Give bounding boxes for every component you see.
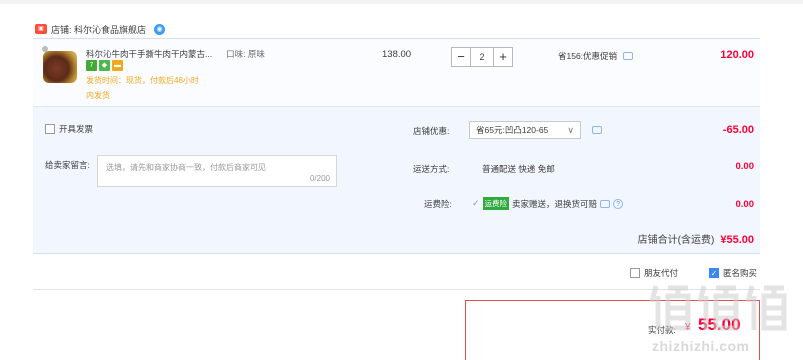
insurance-label: 运费险:	[424, 199, 452, 209]
shop-header: ▣ 店铺: 科尔沁食品旗舰店 ◉	[35, 22, 166, 36]
insurance-info: ✓ 运费险 卖家赠送，退换货可赔 ?	[472, 197, 624, 210]
shop-name[interactable]: 店铺: 科尔沁食品旗舰店	[51, 23, 146, 36]
coupon-label: 店铺优惠:	[413, 126, 450, 136]
message-label: 给卖家留言:	[45, 160, 90, 170]
insurance-chat-icon[interactable]	[600, 199, 611, 208]
friend-pay-checkbox[interactable]	[630, 268, 640, 278]
item-subtotal: 120.00	[720, 49, 754, 61]
anonymous-checkbox[interactable]: ✓	[709, 268, 719, 278]
insurance-tag: 运费险	[482, 197, 510, 210]
friend-pay-option[interactable]: 朋友代付	[630, 267, 678, 279]
shop-icon: ▣	[35, 24, 47, 34]
cart-item-row: 科尔沁牛肉干手撕牛肉干内蒙古... 口味: 原味 7 ◆ ▬ 发货时间：现货，付款…	[33, 39, 760, 107]
help-icon[interactable]: ?	[613, 198, 624, 209]
promo-text: 省156:优惠促销	[558, 51, 618, 61]
top-divider	[0, 0, 803, 4]
insurance-cost: 0.00	[735, 199, 755, 210]
insurance-text: 卖家赠送，退换货可赔	[512, 198, 598, 209]
card-payment-icon: ▬	[112, 60, 123, 71]
wangwang-icon[interactable]: ◉	[154, 23, 166, 35]
promo-chat-icon[interactable]	[623, 52, 634, 60]
watermark-logo	[649, 285, 787, 331]
message-textarea[interactable]: 选填，请先和商家协商一致，付款后商家可见 0/200	[97, 155, 337, 187]
watermark-text: zhizhizhi.com	[652, 338, 750, 354]
message-placeholder: 选填，请先和商家协商一致，付款后商家可见	[106, 163, 266, 172]
seven-day-return-icon: 7	[86, 60, 97, 71]
product-title-text[interactable]: 科尔沁牛肉干手撕牛肉干内蒙古...	[86, 49, 212, 59]
checkout-page: ▣ 店铺: 科尔沁食品旗舰店 ◉ 科尔沁牛肉干手撕牛肉干内蒙古... 口味: 原味…	[0, 0, 803, 360]
unit-price: 138.00	[382, 49, 412, 60]
ship-time: 发货时间：现货，付款后48小时	[86, 76, 199, 85]
shipping-method: 普通配送 快递 免邮	[482, 164, 555, 174]
quantity-stepper: − 2 +	[451, 47, 513, 67]
coupon-chat-icon[interactable]	[592, 126, 602, 134]
quantity-input[interactable]: 2	[471, 47, 493, 67]
message-char-count: 0/200	[309, 174, 330, 183]
shop-total-label: 店铺合计(含运费)	[637, 235, 715, 246]
shipping-cost: 0.00	[735, 161, 755, 172]
invoice-option[interactable]: 开具发票	[45, 123, 93, 135]
product-title[interactable]: 科尔沁牛肉干手撕牛肉干内蒙古... 口味: 原味	[86, 48, 265, 60]
invoice-checkbox[interactable]	[45, 124, 55, 134]
product-thumbnail[interactable]	[43, 51, 77, 83]
decrease-button[interactable]: −	[451, 47, 471, 67]
chevron-down-icon: ∨	[567, 125, 574, 135]
shop-total-value: ¥55.00	[720, 234, 754, 246]
shipping-label: 运送方式:	[413, 164, 450, 174]
ship-time-cont: 内发货	[86, 91, 110, 100]
service-badges: 7 ◆ ▬	[86, 60, 123, 71]
guarantee-icon: ◆	[99, 60, 110, 71]
product-sku: 口味: 原味	[226, 49, 265, 59]
shop-total: 店铺合计(含运费) ¥55.00	[638, 231, 754, 246]
coupon-select[interactable]: 省65元:凹凸120-65 ∨	[469, 121, 581, 139]
promo-info: 省156:优惠促销	[558, 50, 634, 62]
coupon-selected: 省65元:凹凸120-65	[476, 125, 549, 135]
insurance-check-icon: ✓	[472, 198, 480, 208]
order-panel: 科尔沁牛肉干手撕牛肉干内蒙古... 口味: 原味 7 ◆ ▬ 发货时间：现货，付款…	[33, 38, 760, 254]
increase-button[interactable]: +	[493, 47, 513, 67]
invoice-label: 开具发票	[59, 124, 94, 134]
coupon-discount: -65.00	[722, 124, 754, 136]
friend-pay-label: 朋友代付	[644, 268, 679, 278]
anonymous-label: 匿名购买	[723, 268, 758, 278]
anonymous-option[interactable]: ✓ 匿名购买	[709, 267, 757, 279]
